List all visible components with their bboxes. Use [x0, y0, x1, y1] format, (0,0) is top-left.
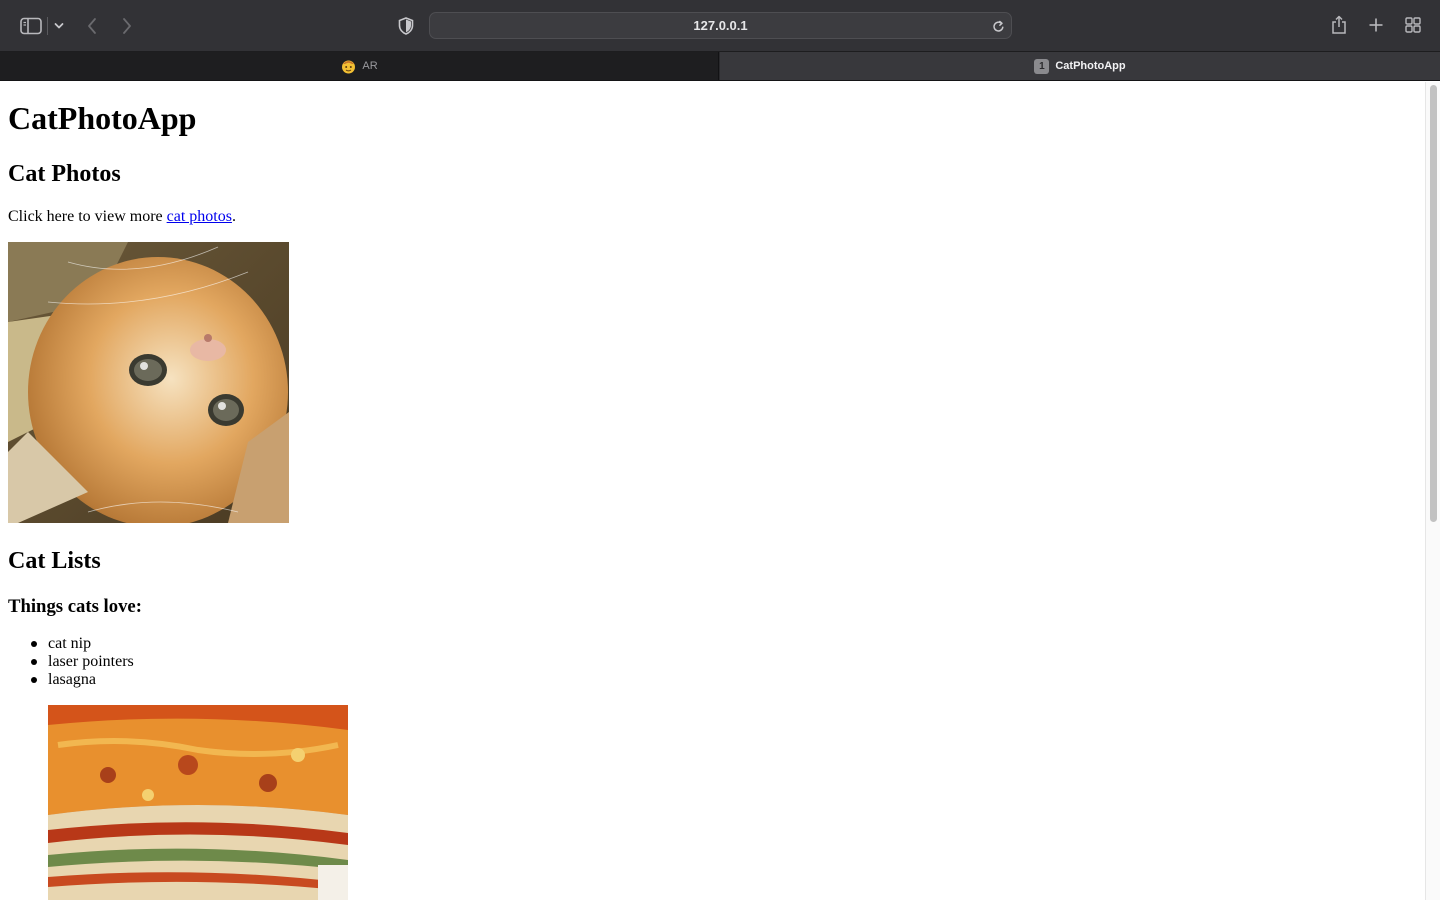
- tab-label: AR: [362, 60, 378, 72]
- shield-icon[interactable]: [396, 15, 416, 37]
- cat-lists-heading: Cat Lists: [8, 548, 101, 574]
- tab-bar: AR 1 CatPhotoApp: [0, 52, 1440, 81]
- view-more-paragraph: Click here to view more cat photos.: [8, 207, 236, 226]
- cat-photos-link[interactable]: cat photos: [167, 208, 232, 225]
- browser-toolbar: 127.0.0.1: [0, 0, 1440, 52]
- page-scrollbar[interactable]: [1425, 82, 1440, 900]
- list-item: cat nip: [31, 635, 134, 653]
- toolbar-separator: [47, 17, 48, 35]
- tab-label: CatPhotoApp: [1055, 60, 1126, 72]
- back-arrow-icon[interactable]: [82, 14, 102, 38]
- chevron-down-icon[interactable]: [52, 18, 66, 34]
- forward-arrow-icon[interactable]: [117, 14, 137, 38]
- reload-icon[interactable]: [989, 17, 1007, 35]
- cats-love-list: cat nip laser pointers lasagna: [31, 635, 134, 689]
- address-text: 127.0.0.1: [693, 18, 748, 33]
- tab-ar[interactable]: AR: [0, 52, 719, 80]
- page-viewport: CatPhotoApp Cat Photos Click here to vie…: [0, 82, 1425, 900]
- sidebar-icon[interactable]: [18, 14, 44, 38]
- plus-icon[interactable]: [1366, 15, 1386, 35]
- lasagna-image[interactable]: [48, 705, 348, 900]
- grid-icon[interactable]: [1403, 15, 1423, 35]
- things-cats-love-heading: Things cats love:: [8, 596, 142, 617]
- share-icon[interactable]: [1329, 13, 1349, 37]
- paragraph-text: Click here to view more: [8, 208, 167, 225]
- address-bar[interactable]: 127.0.0.1: [429, 12, 1012, 39]
- paragraph-period: .: [231, 208, 236, 225]
- cat-photos-heading: Cat Photos: [8, 161, 121, 187]
- list-item: lasagna: [31, 671, 134, 689]
- tab-catphotoapp[interactable]: 1 CatPhotoApp: [720, 52, 1440, 80]
- list-item: laser pointers: [31, 653, 134, 670]
- scrollbar-thumb[interactable]: [1430, 85, 1437, 522]
- kitten-image[interactable]: [8, 242, 289, 523]
- page-title: CatPhotoApp: [8, 100, 197, 136]
- face-emoji-icon: [340, 58, 356, 74]
- tab-number-badge: 1: [1034, 58, 1050, 74]
